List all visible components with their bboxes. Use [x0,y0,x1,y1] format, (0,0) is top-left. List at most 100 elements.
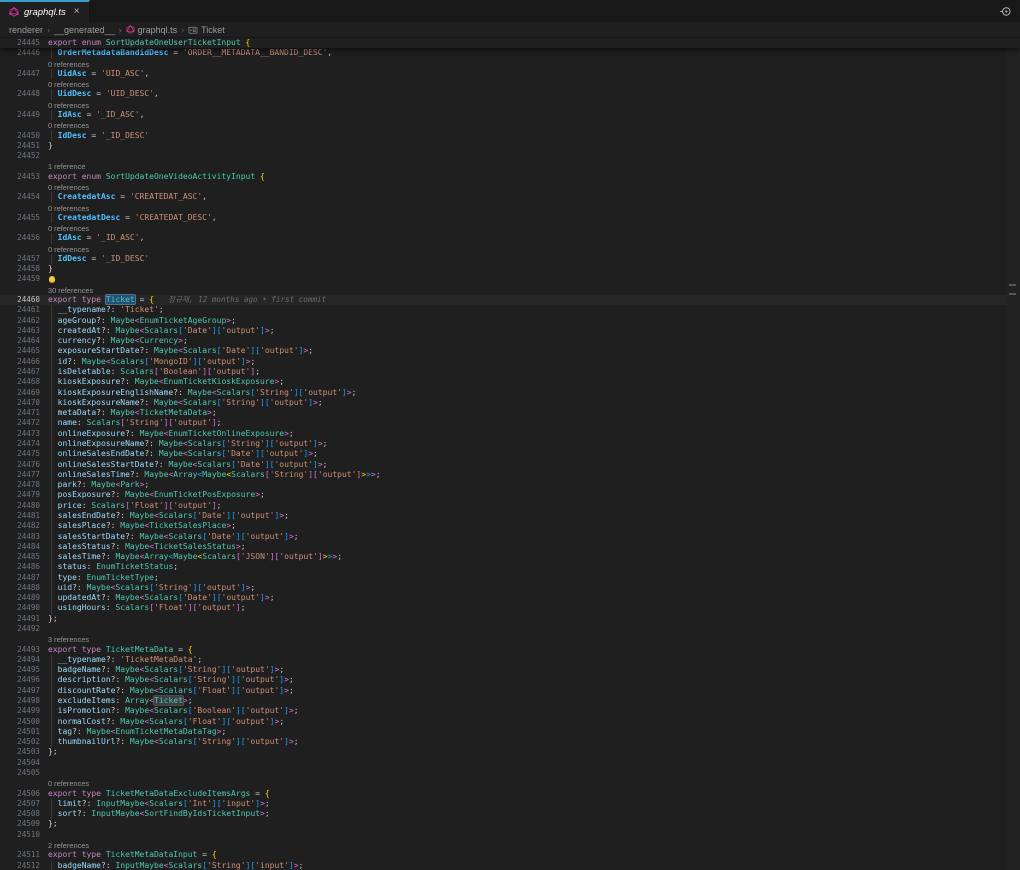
codelens-references-link[interactable]: 3 references [0,634,1020,644]
code-line[interactable]: 24479 posExposure?: Maybe<EnumTicketPosE… [0,490,1020,500]
code-line[interactable]: 24506export type TicketMetaDataExcludeIt… [0,789,1020,799]
indent-guide [51,737,52,747]
code-line[interactable]: 24496 description?: Maybe<Scalars['Strin… [0,675,1020,685]
code-line[interactable]: 24465 exposureStartDate?: Maybe<Scalars[… [0,346,1020,356]
codelens-references-link[interactable]: 0 references [0,244,1020,254]
code-line[interactable]: 24466 id?: Maybe<Scalars['MongoID']['out… [0,357,1020,367]
code-line[interactable]: 24483 salesStartDate?: Maybe<Scalars['Da… [0,532,1020,542]
codelens-references-link[interactable]: 0 references [0,182,1020,192]
code-line[interactable]: 24490 usingHours: Scalars['Float']['outp… [0,603,1020,613]
code-line[interactable]: 24458} [0,264,1020,274]
editor-action-icon[interactable] [999,5,1012,18]
code-line[interactable]: 24481 salesEndDate?: Maybe<Scalars['Date… [0,511,1020,521]
code-line[interactable]: 24456 IdAsc = '_ID_ASC', [0,233,1020,243]
code-line[interactable]: 24472 name: Scalars['String']['output']; [0,418,1020,428]
code-line[interactable]: 24505 [0,768,1020,778]
code-line[interactable]: 24507 limit?: InputMaybe<Scalars['Int'][… [0,799,1020,809]
code-line[interactable]: 24501 tag?: Maybe<EnumTicketMetaDataTag>… [0,727,1020,737]
code-line[interactable]: 24455 CreatedatDesc = 'CREATEDAT_DESC', [0,213,1020,223]
code-line[interactable]: 24449 IdAsc = '_ID_ASC', [0,110,1020,120]
code-line[interactable]: 24447 UidAsc = 'UID_ASC', [0,69,1020,79]
breadcrumb-item-symbol-ticket[interactable]: Ticket [188,25,225,35]
overview-ruler-mark [1009,284,1016,286]
code-line[interactable]: 24509}; [0,819,1020,829]
code-line[interactable]: 24461 __typename?: 'Ticket'; [0,305,1020,315]
close-icon[interactable]: × [74,7,80,17]
code-line[interactable]: 24467 isDeletable: Scalars['Boolean']['o… [0,367,1020,377]
code-line[interactable]: 24503}; [0,747,1020,757]
code-line[interactable]: 24469 kioskExposureEnglishName?: Maybe<S… [0,388,1020,398]
code-line[interactable]: 24448 UidDesc = 'UID_DESC', [0,89,1020,99]
code-line[interactable]: 24497 discountRate?: Maybe<Scalars['Floa… [0,686,1020,696]
codelens-references-link[interactable]: 0 references [0,59,1020,69]
code-line[interactable]: 24510 [0,830,1020,840]
indent-guide [51,861,52,870]
code-line[interactable]: 24489 updatedAt?: Maybe<Scalars['Date'][… [0,593,1020,603]
code-line[interactable]: 24474 onlineExposureName?: Maybe<Scalars… [0,439,1020,449]
code-line[interactable]: 24450 IdDesc = '_ID_DESC' [0,131,1020,141]
codelens-references-link[interactable]: 0 references [0,203,1020,213]
code-line[interactable]: 24502 thumbnailUrl?: Maybe<Scalars['Stri… [0,737,1020,747]
code-line[interactable]: 24486 status: EnumTicketStatus; [0,562,1020,572]
code-line[interactable]: 24482 salesPlace?: Maybe<TicketSalesPlac… [0,521,1020,531]
code-line[interactable]: 24478 park?: Maybe<Park>; [0,480,1020,490]
tab-graphql-ts[interactable]: graphql.ts × [0,0,90,22]
code-line[interactable]: 24477 onlineSalesTime?: Maybe<Array<Mayb… [0,470,1020,480]
codelens-references-link[interactable]: 0 references [0,79,1020,89]
codelens-references-link[interactable]: 1 reference [0,161,1020,171]
code-line[interactable]: 24484 salesStatus?: Maybe<TicketSalesSta… [0,542,1020,552]
code-line[interactable]: 24471 metaData?: Maybe<TicketMetaData>; [0,408,1020,418]
code-editor[interactable]: 24445 export enum SortUpdateOneUserTicke… [0,38,1020,870]
line-number: 24493 [0,645,40,655]
code-line[interactable]: 24508 sort?: InputMaybe<SortFindByIdsTic… [0,809,1020,819]
codelens-references-link[interactable]: 2 references [0,840,1020,850]
code-line[interactable]: 24454 CreatedatAsc = 'CREATEDAT_ASC', [0,192,1020,202]
code-line[interactable]: 24485 salesTime?: Maybe<Array<Maybe<Scal… [0,552,1020,562]
line-number: 24476 [0,460,40,470]
code-line[interactable]: 24476 onlineSalesStartDate?: Maybe<Scala… [0,460,1020,470]
codelens-references-link[interactable]: 0 references [0,120,1020,130]
code-line[interactable]: 24462 ageGroup?: Maybe<EnumTicketAgeGrou… [0,316,1020,326]
code-line[interactable]: 24487 type: EnumTicketType; [0,573,1020,583]
code-line[interactable]: 24498 excludeItems: Array<Ticket>; [0,696,1020,706]
breadcrumb-item-file[interactable]: graphql.ts [126,25,178,35]
code-line[interactable]: 24499 isPromotion?: Maybe<Scalars['Boole… [0,706,1020,716]
code-line[interactable]: 24473 onlineExposure?: Maybe<EnumTicketO… [0,429,1020,439]
line-number: 24502 [0,737,40,747]
scrollbar[interactable] [1006,38,1020,870]
codelens-references-link[interactable]: 0 references [0,223,1020,233]
code-line[interactable]: 24470 kioskExposureName?: Maybe<Scalars[… [0,398,1020,408]
code-line[interactable]: 24459 [0,274,1020,284]
code-line[interactable]: 24492 [0,624,1020,634]
code-line[interactable]: 24453export enum SortUpdateOneVideoActiv… [0,172,1020,182]
code-line[interactable]: 24504 [0,758,1020,768]
code-line[interactable]: 24475 onlineSalesEndDate?: Maybe<Scalars… [0,449,1020,459]
code-line[interactable]: 24500 normalCost?: Maybe<Scalars['Float'… [0,717,1020,727]
code-line[interactable]: 24511export type TicketMetaDataInput = { [0,850,1020,860]
indent-guide [51,192,52,202]
code-line[interactable]: 24464 currency?: Maybe<Currency>; [0,336,1020,346]
code-line[interactable]: 24446 OrderMetadataBandidDesc = 'ORDER__… [0,48,1020,58]
code-line[interactable]: 24493export type TicketMetaData = { [0,645,1020,655]
code-line[interactable]: 24463 createdAt?: Maybe<Scalars['Date'][… [0,326,1020,336]
code-line[interactable]: 24491}; [0,614,1020,624]
code-line[interactable]: 24452 [0,151,1020,161]
code-line[interactable]: 24495 badgeName?: Maybe<Scalars['String'… [0,665,1020,675]
lightbulb-icon[interactable] [49,276,55,282]
code-line[interactable]: 24468 kioskExposure?: Maybe<EnumTicketKi… [0,377,1020,387]
breadcrumb-item-renderer[interactable]: renderer [9,25,43,35]
tab-label: graphql.ts [24,7,66,18]
sticky-scroll-line[interactable]: 24445 export enum SortUpdateOneUserTicke… [0,38,1020,48]
codelens-references-link[interactable]: 0 references [0,778,1020,788]
breadcrumb-item-generated[interactable]: __generated__ [54,25,115,35]
code-line[interactable]: 24460export type Ticket = {정규재, 12 month… [0,295,1020,305]
code-line[interactable]: 24512 badgeName?: InputMaybe<Scalars['St… [0,861,1020,870]
code-line[interactable]: 24457 IdDesc = '_ID_DESC' [0,254,1020,264]
code-line[interactable]: 24494 __typename?: 'TicketMetaData'; [0,655,1020,665]
code-line[interactable]: 24488 uid?: Maybe<Scalars['String']['out… [0,583,1020,593]
codelens-references-link[interactable]: 0 references [0,100,1020,110]
line-number: 24449 [0,110,40,120]
codelens-references-link[interactable]: 30 references [0,285,1020,295]
code-line[interactable]: 24451} [0,141,1020,151]
code-line[interactable]: 24480 price: Scalars['Float']['output']; [0,501,1020,511]
